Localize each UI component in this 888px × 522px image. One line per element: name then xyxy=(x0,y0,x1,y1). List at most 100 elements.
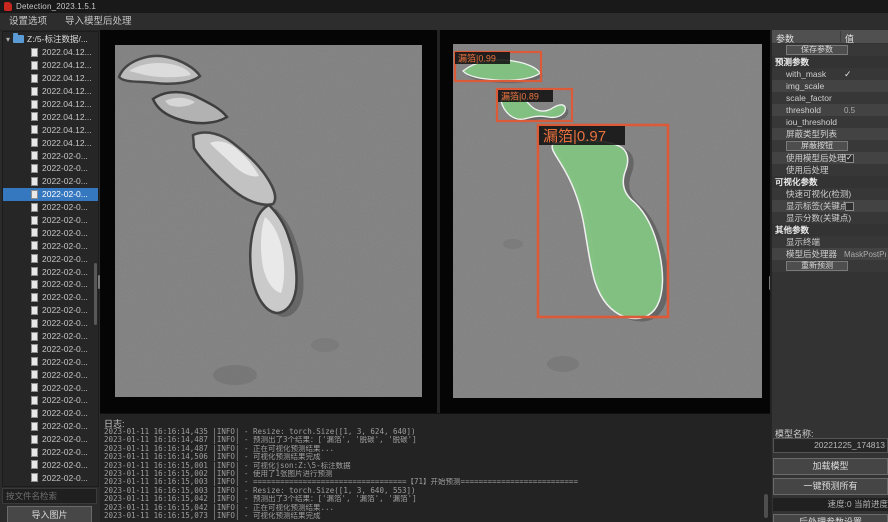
tree-item[interactable]: 2022-02-0... xyxy=(3,342,98,355)
param-row[interactable]: 模型后处理器MaskPostPro xyxy=(772,248,888,260)
file-icon xyxy=(31,344,38,353)
log-line: 2023-01-11 16:16:15,042 |INFO| - 预测出了3个结… xyxy=(104,495,759,503)
tree-item-label: 2022-02-0... xyxy=(42,267,88,277)
log-line: 2023-01-11 16:16:15,003 |INFO| - =======… xyxy=(104,478,759,486)
tree-item[interactable]: 2022-02-0... xyxy=(3,188,98,201)
param-row[interactable]: with_mask✓ xyxy=(772,68,888,80)
menu-import-model-postprocess[interactable]: 导入模型后处理 xyxy=(56,13,141,30)
param-action-button[interactable]: 保存参数 xyxy=(786,45,848,55)
param-section-row: 其他参数 xyxy=(772,224,888,236)
log-line: 2023-01-11 16:16:15,003 |INFO| - Resize:… xyxy=(104,487,759,495)
param-row[interactable]: 使用后处理 xyxy=(772,164,888,176)
app-logo-icon xyxy=(4,2,12,11)
tree-item-label: 2022-02-0... xyxy=(42,292,88,302)
log-scrollbar[interactable] xyxy=(764,494,768,518)
tree-item[interactable]: 2022-02-0... xyxy=(3,330,98,343)
param-action-button[interactable]: 屏蔽按钮 xyxy=(786,141,848,151)
tree-item[interactable]: 2022.04.12... xyxy=(3,72,98,85)
tree-item[interactable]: 2022-02-0... xyxy=(3,394,98,407)
tree-item[interactable]: 2022-02-0... xyxy=(3,201,98,214)
param-checkbox[interactable] xyxy=(845,154,854,163)
tree-item[interactable]: 2022-02-0... xyxy=(3,355,98,368)
sidebar-splitter-handle[interactable] xyxy=(98,275,100,289)
param-section-row: 预测参数 xyxy=(772,56,888,68)
load-model-button[interactable]: 加载模型 xyxy=(773,458,888,475)
file-icon xyxy=(31,435,38,444)
param-row[interactable]: scale_factor xyxy=(772,92,888,104)
tree-item[interactable]: 2022-02-0... xyxy=(3,162,98,175)
param-row[interactable]: 显示终端 xyxy=(772,236,888,248)
param-action-button[interactable]: 重新预测 xyxy=(786,261,848,271)
file-icon xyxy=(31,112,38,121)
tree-item[interactable]: 2022-02-0... xyxy=(3,149,98,162)
file-icon xyxy=(31,267,38,276)
tree-item-label: 2022.04.12... xyxy=(42,60,92,70)
tree-item-label: 2022-02-0... xyxy=(42,215,88,225)
title-bar: Detection_2023.1.5.1 xyxy=(0,0,888,13)
tree-item[interactable]: 2022.04.12... xyxy=(3,46,98,59)
tree-item-label: 2022.04.12... xyxy=(42,125,92,135)
param-row[interactable]: 显示分数(关键点) xyxy=(772,212,888,224)
params-header: 参数 值 xyxy=(772,30,888,43)
param-label: iou_threshold xyxy=(772,117,837,127)
log-line: 2023-01-11 16:16:14,506 |INFO| - 可视化预测结果… xyxy=(104,453,759,461)
tree-scrollbar[interactable] xyxy=(94,263,97,325)
tree-item[interactable]: 2022-02-0... xyxy=(3,265,98,278)
detection-label-2: 漏箔|0.89 xyxy=(498,90,553,102)
file-icon xyxy=(31,319,38,328)
prediction-image-canvas[interactable]: 漏箔|0.99 漏箔|0.89 漏箔|0.97 xyxy=(453,44,762,398)
tree-item[interactable]: 2022-02-0... xyxy=(3,214,98,227)
param-label: 模型后处理器 xyxy=(772,248,837,260)
tree-item-label: 2022-02-0... xyxy=(42,305,88,315)
tree-item[interactable]: 2022.04.12... xyxy=(3,85,98,98)
param-label: img_scale xyxy=(772,81,824,91)
expander-arrow-icon[interactable]: ▾ xyxy=(3,35,13,44)
menu-settings[interactable]: 设置选项 xyxy=(0,13,56,30)
predict-all-button[interactable]: 一键预测所有 xyxy=(773,478,888,495)
tree-item[interactable]: 2022.04.12... xyxy=(3,136,98,149)
tree-item[interactable]: 2022-02-0... xyxy=(3,459,98,472)
param-row[interactable]: iou_threshold xyxy=(772,116,888,128)
tree-item[interactable]: 2022-02-0... xyxy=(3,226,98,239)
tree-item[interactable]: 2022-02-0... xyxy=(3,317,98,330)
tree-item[interactable]: 2022-02-0... xyxy=(3,471,98,484)
param-row[interactable]: 显示标签(关键点) xyxy=(772,200,888,212)
param-checkbox[interactable] xyxy=(845,202,854,211)
log-panel: 日志: 2023-01-11 16:16:14,435 |INFO| - Res… xyxy=(100,413,770,522)
import-images-button[interactable]: 导入图片 xyxy=(7,506,92,522)
param-row[interactable]: 屏蔽类型列表 xyxy=(772,128,888,140)
tree-item[interactable]: 2022-02-0... xyxy=(3,446,98,459)
param-row[interactable]: 快速可视化(检测) xyxy=(772,188,888,200)
tree-item[interactable]: 2022-02-0... xyxy=(3,175,98,188)
param-row[interactable]: threshold0.5 xyxy=(772,104,888,116)
tree-item-label: 2022-02-0... xyxy=(42,473,88,483)
tree-item[interactable]: 2022-02-0... xyxy=(3,407,98,420)
tree-item[interactable]: 2022.04.12... xyxy=(3,59,98,72)
model-name-field[interactable]: 20221225_174813 xyxy=(773,438,888,453)
tree-item-label: 2022.04.12... xyxy=(42,99,92,109)
tree-item[interactable]: 2022-02-0... xyxy=(3,291,98,304)
tree-item[interactable]: 2022-02-0... xyxy=(3,239,98,252)
tree-item[interactable]: 2022-02-0... xyxy=(3,381,98,394)
tree-root-label: Z:/5-标注数据/... xyxy=(27,33,88,45)
raw-image-canvas[interactable] xyxy=(115,45,422,397)
tree-item[interactable]: 2022-02-0... xyxy=(3,252,98,265)
param-row[interactable]: 使用模型后处理 xyxy=(772,152,888,164)
tree-item[interactable]: 2022-02-0... xyxy=(3,278,98,291)
tree-item[interactable]: 2022.04.12... xyxy=(3,123,98,136)
tree-item[interactable]: 2022-02-0... xyxy=(3,433,98,446)
tree-item[interactable]: 2022-02-0... xyxy=(3,304,98,317)
file-icon xyxy=(31,293,38,302)
tree-root-node[interactable]: ▾ Z:/5-标注数据/... xyxy=(3,32,98,46)
tree-item[interactable]: 2022.04.12... xyxy=(3,110,98,123)
postprocess-settings-button[interactable]: 后处理参数设置 xyxy=(773,514,888,522)
tree-item[interactable]: 2022-02-0... xyxy=(3,420,98,433)
log-line: 2023-01-11 16:16:14,435 |INFO| - Resize:… xyxy=(104,428,759,436)
tree-item-label: 2022-02-0... xyxy=(42,202,88,212)
param-row[interactable]: img_scale xyxy=(772,80,888,92)
tree-item[interactable]: 2022-02-0... xyxy=(3,368,98,381)
tree-item-label: 2022-02-0... xyxy=(42,344,88,354)
search-input[interactable] xyxy=(2,488,97,504)
tree-item[interactable]: 2022.04.12... xyxy=(3,98,98,111)
tree-item-label: 2022.04.12... xyxy=(42,73,92,83)
